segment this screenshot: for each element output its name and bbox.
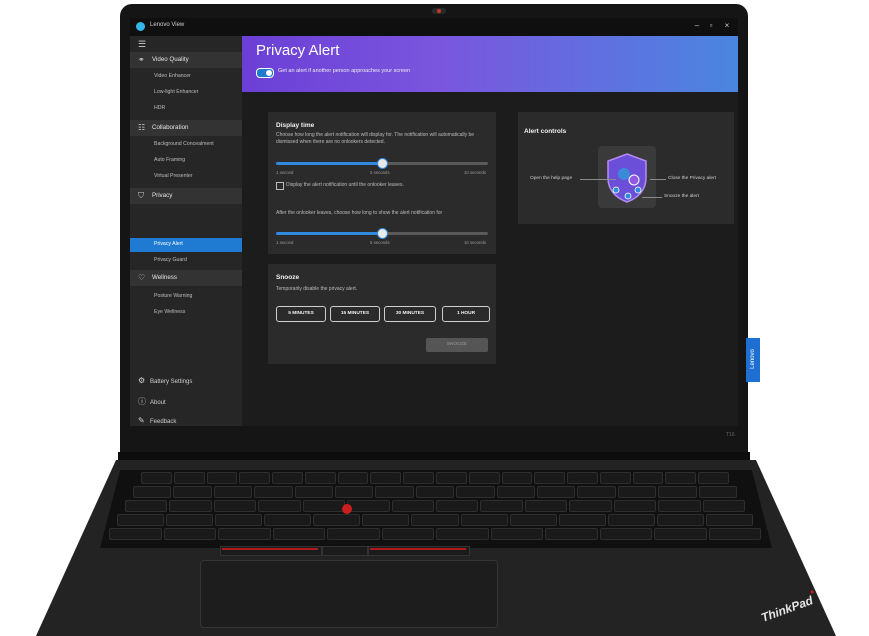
keyboard-key[interactable]	[163, 528, 216, 540]
keyboard-key[interactable]	[613, 500, 657, 512]
keyboard-key[interactable]	[567, 472, 598, 484]
keyboard-key[interactable]	[391, 500, 434, 512]
keyboard-key[interactable]	[375, 486, 414, 498]
keyboard-key[interactable]	[141, 472, 172, 484]
keyboard-key[interactable]	[337, 472, 369, 484]
trackpoint[interactable]	[342, 504, 352, 514]
keyboard-key[interactable]	[362, 514, 410, 526]
keyboard-key[interactable]	[496, 486, 535, 498]
keyboard-key[interactable]	[215, 514, 263, 526]
keyboard-key[interactable]	[698, 486, 737, 498]
keyboard-key[interactable]	[239, 472, 271, 484]
keyboard-key[interactable]	[272, 528, 325, 540]
keyboard-key[interactable]	[665, 472, 697, 484]
keyboard-key[interactable]	[545, 528, 598, 540]
keyboard-key[interactable]	[294, 486, 333, 498]
keyboard-key[interactable]	[607, 514, 655, 526]
keyboard-key[interactable]	[501, 472, 533, 484]
keyboard-key[interactable]	[632, 472, 664, 484]
keyboard-key[interactable]	[460, 514, 508, 526]
keyboard-key[interactable]	[599, 528, 652, 540]
keyboard-key[interactable]	[480, 500, 523, 512]
keyboard-key[interactable]	[213, 500, 257, 512]
keyboard-key[interactable]	[617, 486, 657, 498]
keyboard-key[interactable]	[468, 472, 500, 484]
keyboard-key[interactable]	[436, 528, 489, 540]
keyboard-key[interactable]	[109, 528, 162, 540]
keyboard-key[interactable]	[415, 486, 455, 498]
keyboard-key[interactable]	[524, 500, 568, 512]
keyboard-key[interactable]	[347, 500, 390, 512]
keyboard-key[interactable]	[381, 528, 434, 540]
keyboard-key[interactable]	[436, 500, 479, 512]
keyboard-key[interactable]	[708, 528, 761, 540]
keyboard-key[interactable]	[490, 528, 543, 540]
keyboard-key[interactable]	[658, 500, 701, 512]
keyboard-key[interactable]	[173, 486, 212, 498]
keyboard-keys	[0, 0, 869, 636]
keyboard-key[interactable]	[169, 500, 212, 512]
keyboard-key[interactable]	[577, 486, 616, 498]
keyboard-key[interactable]	[537, 486, 576, 498]
keyboard-key[interactable]	[218, 528, 271, 540]
keyboard-key[interactable]	[117, 514, 165, 526]
keyboard-key[interactable]	[258, 500, 301, 512]
keyboard-key[interactable]	[403, 472, 434, 484]
keyboard-key[interactable]	[599, 472, 631, 484]
keyboard-key[interactable]	[313, 514, 361, 526]
keyboard-key[interactable]	[436, 472, 467, 484]
keyboard-key[interactable]	[656, 514, 704, 526]
keyboard-key[interactable]	[411, 514, 459, 526]
keyboard-key[interactable]	[654, 528, 707, 540]
keyboard-key[interactable]	[254, 486, 293, 498]
keyboard-key[interactable]	[705, 514, 753, 526]
right-button-stripe	[370, 548, 466, 550]
keyboard-key[interactable]	[213, 486, 253, 498]
keyboard-key[interactable]	[370, 472, 402, 484]
keyboard-key[interactable]	[166, 514, 214, 526]
keyboard-key[interactable]	[133, 486, 172, 498]
keyboard-key[interactable]	[658, 486, 697, 498]
keyboard-key[interactable]	[558, 514, 606, 526]
keyboard-key[interactable]	[304, 472, 336, 484]
keyboard-key[interactable]	[534, 472, 566, 484]
keyboard-key[interactable]	[302, 500, 346, 512]
keyboard-key[interactable]	[335, 486, 374, 498]
left-button-stripe	[222, 548, 318, 550]
keyboard-key[interactable]	[327, 528, 380, 540]
keyboard-key[interactable]	[456, 486, 495, 498]
keyboard-key[interactable]	[206, 472, 238, 484]
keyboard-key[interactable]	[272, 472, 303, 484]
touchpad[interactable]	[200, 560, 498, 628]
keyboard-key[interactable]	[702, 500, 745, 512]
keyboard-key[interactable]	[569, 500, 612, 512]
keyboard-key[interactable]	[264, 514, 312, 526]
keyboard-key[interactable]	[698, 472, 729, 484]
keyboard-key[interactable]	[125, 500, 168, 512]
keyboard-key[interactable]	[173, 472, 205, 484]
keyboard-key[interactable]	[509, 514, 557, 526]
trackpoint-middle-button[interactable]	[322, 546, 368, 556]
